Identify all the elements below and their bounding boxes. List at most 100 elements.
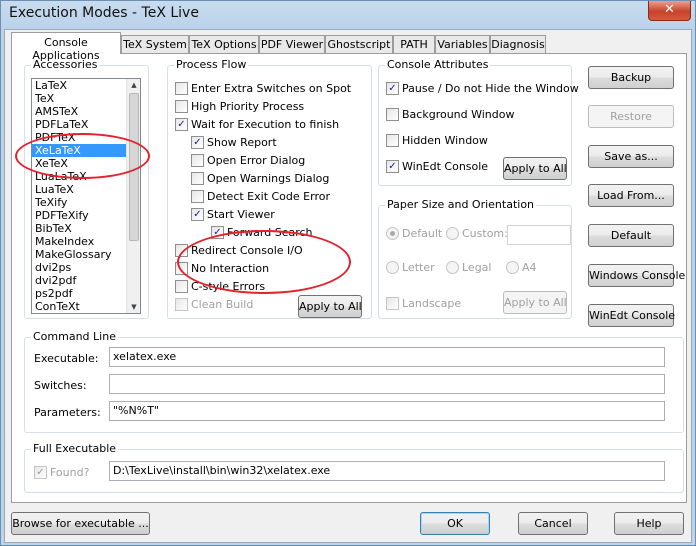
paper-default-radio[interactable]: Default — [386, 226, 442, 241]
executable-field[interactable]: xelatex.exe — [109, 347, 665, 367]
full-executable-group: Full Executable ✓ Found? D:\TexLive\insta… — [24, 442, 684, 493]
switches-field[interactable] — [109, 374, 665, 394]
option-label: Redirect Console I/O — [191, 244, 303, 257]
checkbox-box: ✓ — [211, 225, 224, 239]
parameters-label: Parameters: — [34, 406, 101, 419]
list-item[interactable]: MakeIndex — [32, 235, 140, 248]
checkbox-box — [175, 297, 188, 311]
option-label: C-style Errors — [191, 280, 266, 293]
list-item[interactable]: LuaLaTeX — [32, 170, 140, 183]
paper-custom-input[interactable] — [507, 225, 571, 245]
list-item[interactable]: PDFTeX — [32, 131, 140, 144]
save-as-button[interactable]: Save as... — [588, 145, 674, 168]
list-item[interactable]: ps2pdf — [32, 287, 140, 300]
list-item[interactable]: XeLaTeX — [32, 144, 140, 157]
executable-label: Executable: — [34, 352, 99, 365]
console-attributes-title: Console Attributes — [385, 58, 491, 71]
winedt-console-button[interactable]: WinEdt Console — [588, 304, 675, 327]
scroll-thumb[interactable] — [129, 93, 139, 241]
list-item[interactable]: PDFLaTeX — [32, 118, 140, 131]
option-checkbox[interactable]: ✓ Wait for Execution to finish — [175, 117, 339, 132]
option-checkbox[interactable]: Hidden Window — [386, 133, 488, 148]
list-item[interactable]: BibTeX — [32, 222, 140, 235]
checkbox-box — [191, 189, 204, 203]
tab-path[interactable]: PATH — [393, 35, 435, 53]
option-checkbox[interactable]: Enter Extra Switches on Spot — [175, 81, 351, 96]
ok-button[interactable]: OK — [420, 512, 490, 535]
option-checkbox[interactable]: Background Window — [386, 107, 515, 122]
tab-variables[interactable]: Variables — [435, 35, 490, 53]
console-attributes-apply-button[interactable]: Apply to All — [503, 157, 567, 180]
tab-diagnosis[interactable]: Diagnosis — [490, 35, 546, 53]
option-label: Open Warnings Dialog — [207, 172, 330, 185]
windows-console-button[interactable]: Windows Console — [588, 264, 685, 287]
option-checkbox[interactable]: No Interaction — [175, 261, 269, 276]
paper-a4-radio[interactable]: A4 — [506, 260, 537, 275]
option-label: High Priority Process — [191, 100, 305, 113]
option-label: Hidden Window — [402, 134, 488, 147]
close-icon[interactable]: ✕ — [648, 1, 691, 21]
option-label: WinEdt Console — [402, 160, 489, 173]
found-label: Found? — [50, 466, 90, 479]
checkbox-box — [175, 243, 188, 257]
window-title: Execution Modes - TeX Live — [9, 5, 199, 21]
checkbox-box — [191, 171, 204, 185]
default-button[interactable]: Default — [588, 224, 674, 247]
title-bar[interactable]: Execution Modes - TeX Live ✕ — [1, 1, 695, 29]
option-checkbox[interactable]: Clean Build — [175, 297, 253, 312]
found-checkbox[interactable]: ✓ Found? — [34, 465, 90, 480]
list-item[interactable]: ConTeXt — [32, 300, 140, 313]
list-item[interactable]: TeX — [32, 92, 140, 105]
option-checkbox[interactable]: Open Warnings Dialog — [191, 171, 330, 186]
console-attributes-group: Console Attributes ✓ Pause / Do not Hide … — [378, 58, 579, 186]
console-applications-page: Accessories LaTeX TeX AMSTeX PDFLaTeX PDFTeX… — [11, 53, 687, 503]
list-scrollbar[interactable]: ▲ ▼ — [126, 79, 140, 313]
list-item[interactable]: AMSTeX — [32, 105, 140, 118]
list-item[interactable]: XeTeX — [32, 157, 140, 170]
accessories-list[interactable]: LaTeX TeX AMSTeX PDFLaTeX PDFTeX XeLaTeX XeTeX… — [31, 78, 141, 314]
browse-executable-button[interactable]: Browse for executable ... — [11, 512, 150, 535]
option-checkbox[interactable]: ✓ Forward Search — [211, 225, 313, 240]
option-checkbox[interactable]: ✓ WinEdt Console — [386, 159, 489, 174]
paper-legal-label: Legal — [462, 261, 492, 274]
list-item[interactable]: LaTeX — [32, 79, 140, 92]
scroll-down-icon[interactable]: ▼ — [128, 301, 140, 313]
list-item[interactable]: LuaTeX — [32, 183, 140, 196]
cancel-button[interactable]: Cancel — [518, 512, 588, 535]
parameters-field[interactable]: "%N%T" — [109, 401, 665, 421]
list-item[interactable]: TeXify — [32, 196, 140, 209]
tab-pdf-viewer[interactable]: PDF Viewer — [259, 35, 325, 53]
paper-apply-button[interactable]: Apply to All — [503, 291, 567, 314]
option-checkbox[interactable]: C-style Errors — [175, 279, 266, 294]
option-checkbox[interactable]: Detect Exit Code Error — [191, 189, 330, 204]
help-button[interactable]: Help — [614, 512, 684, 535]
list-item[interactable]: dvi2ps — [32, 261, 140, 274]
option-checkbox[interactable]: ✓ Show Report — [191, 135, 277, 150]
paper-landscape-checkbox[interactable]: Landscape — [386, 296, 461, 311]
checkbox-box: ✓ — [191, 135, 204, 149]
tab-console-applications[interactable]: Console Applications — [11, 32, 121, 62]
tab-tex-system[interactable]: TeX System — [121, 35, 189, 53]
tab-ghostscript[interactable]: Ghostscript — [325, 35, 393, 53]
option-checkbox[interactable]: High Priority Process — [175, 99, 305, 114]
list-item[interactable]: MetaPost — [32, 313, 140, 314]
tab-tex-options[interactable]: TeX Options — [189, 35, 259, 53]
list-item[interactable]: dvi2pdf — [32, 274, 140, 287]
option-checkbox[interactable]: ✓ Start Viewer — [191, 207, 275, 222]
list-item[interactable]: MakeGlossary — [32, 248, 140, 261]
restore-button[interactable]: Restore — [588, 105, 674, 128]
paper-legal-radio[interactable]: Legal — [446, 260, 492, 275]
option-checkbox[interactable]: ✓ Pause / Do not Hide the Window — [386, 81, 579, 96]
option-checkbox[interactable]: Redirect Console I/O — [175, 243, 303, 258]
paper-custom-radio[interactable]: Custom: — [446, 226, 508, 241]
option-checkbox[interactable]: Open Error Dialog — [191, 153, 305, 168]
checkbox-box: ✓ — [175, 117, 188, 131]
backup-button[interactable]: Backup — [588, 66, 674, 89]
scroll-up-icon[interactable]: ▲ — [128, 79, 140, 91]
checkbox-box — [386, 133, 399, 147]
list-item[interactable]: PDFTeXify — [32, 209, 140, 222]
switches-label: Switches: — [34, 379, 87, 392]
process-flow-apply-button[interactable]: Apply to All — [298, 295, 362, 318]
load-from-button[interactable]: Load From... — [588, 184, 674, 207]
paper-letter-radio[interactable]: Letter — [386, 260, 435, 275]
